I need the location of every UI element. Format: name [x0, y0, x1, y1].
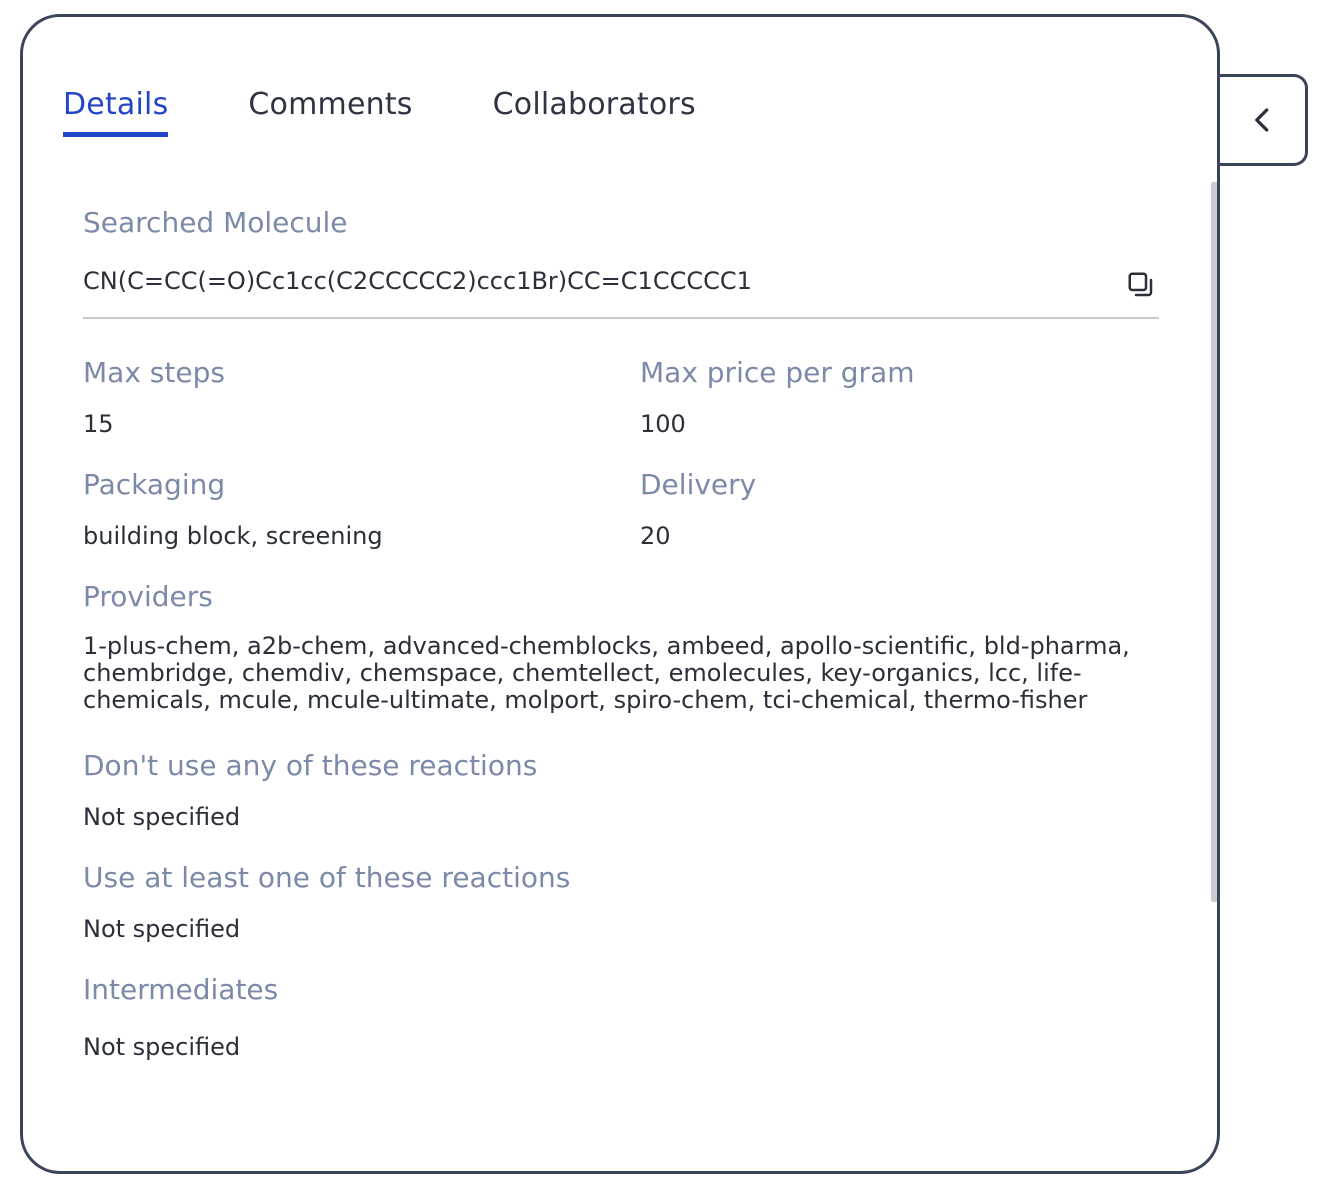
delivery-value: 20 [640, 522, 671, 550]
tab-details[interactable]: Details [63, 87, 169, 137]
chevron-left-icon [1254, 108, 1268, 132]
required-reactions-value: Not specified [83, 915, 241, 943]
max-steps-field: Max steps 15 [83, 355, 640, 439]
intermediates-label: Intermediates [83, 973, 279, 1006]
excluded-reactions-label: Don't use any of these reactions [83, 749, 538, 782]
scrollbar[interactable] [1211, 182, 1217, 902]
smiles-row: CN(C=CC(=O)Cc1cc(C2CCCCC2)ccc1Br)CC=C1CC… [83, 261, 1159, 319]
max-price-label: Max price per gram [640, 356, 915, 389]
max-steps-value: 15 [83, 410, 114, 438]
tab-bar: Details Comments Collaborators [63, 87, 696, 137]
packaging-label: Packaging [83, 468, 226, 501]
copy-icon [1128, 272, 1153, 297]
delivery-label: Delivery [640, 468, 757, 501]
details-panel: Details Comments Collaborators Searched … [20, 14, 1220, 1174]
max-steps-label: Max steps [83, 356, 225, 389]
copy-smiles-button[interactable] [1125, 269, 1157, 301]
intermediates-value: Not specified [83, 1033, 241, 1061]
max-price-value: 100 [640, 410, 686, 438]
smiles-value: CN(C=CC(=O)Cc1cc(C2CCCCC2)ccc1Br)CC=C1CC… [83, 267, 752, 295]
delivery-field: Delivery 20 [640, 467, 1159, 551]
intermediates-field: Intermediates Not specified [83, 972, 1159, 1062]
packaging-field: Packaging building block, screening [83, 467, 640, 551]
details-content: Searched Molecule CN(C=CC(=O)Cc1cc(C2CCC… [83, 205, 1159, 1062]
searched-molecule-label: Searched Molecule [83, 206, 348, 239]
searched-molecule-field: Searched Molecule CN(C=CC(=O)Cc1cc(C2CCC… [83, 205, 1159, 319]
excluded-reactions-value: Not specified [83, 803, 241, 831]
tab-comments[interactable]: Comments [248, 87, 412, 137]
excluded-reactions-field: Don't use any of these reactions Not spe… [83, 748, 1159, 832]
required-reactions-label: Use at least one of these reactions [83, 861, 571, 894]
providers-field: Providers 1-plus-chem, a2b-chem, advance… [83, 579, 1159, 714]
max-price-field: Max price per gram 100 [640, 355, 1159, 439]
parameters-grid: Max steps 15 Max price per gram 100 Pack… [83, 319, 1159, 551]
tab-collaborators[interactable]: Collaborators [493, 87, 696, 137]
providers-value: 1-plus-chem, a2b-chem, advanced-chembloc… [83, 632, 1130, 714]
required-reactions-field: Use at least one of these reactions Not … [83, 860, 1159, 944]
providers-label: Providers [83, 580, 213, 613]
packaging-value: building block, screening [83, 522, 383, 550]
